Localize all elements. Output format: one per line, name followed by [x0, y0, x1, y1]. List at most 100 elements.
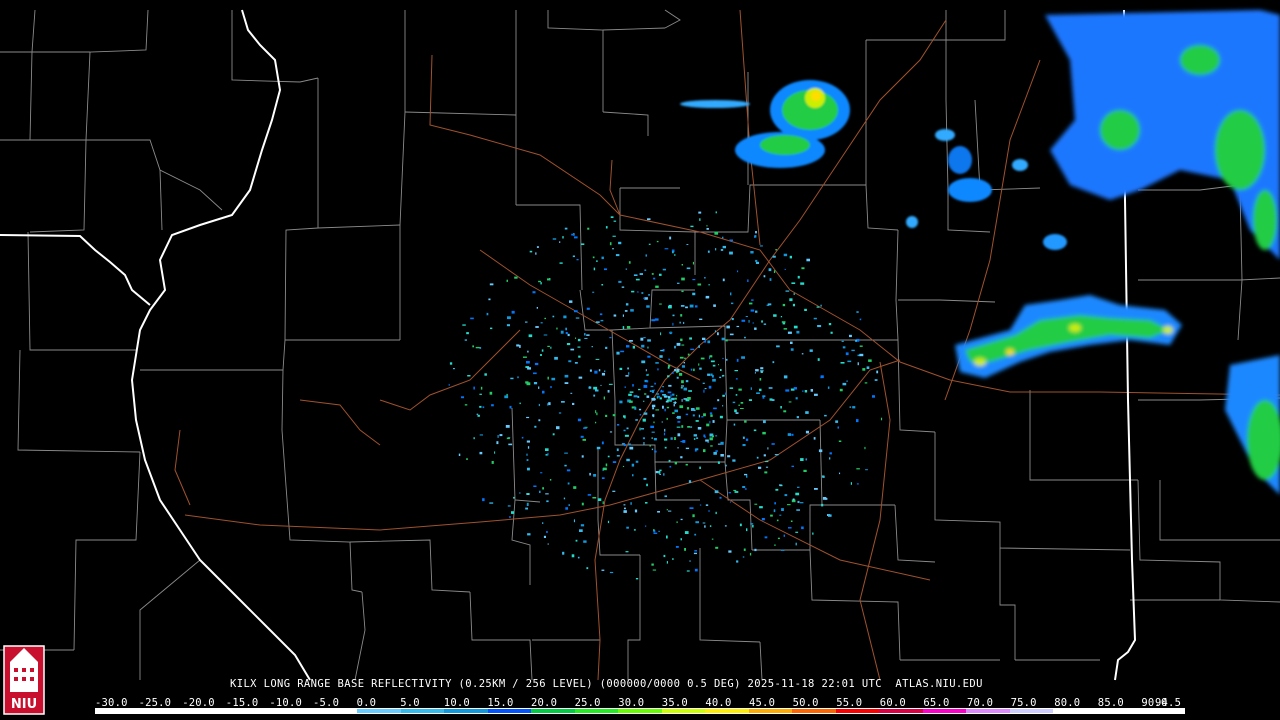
clutter-speck	[645, 254, 647, 257]
clutter-speck	[657, 395, 661, 398]
clutter-speck	[705, 439, 709, 442]
clutter-speck	[526, 459, 529, 461]
clutter-speck	[511, 511, 515, 514]
clutter-speck	[632, 345, 635, 349]
clutter-speck	[706, 228, 709, 230]
clutter-speck	[694, 568, 698, 572]
clutter-speck	[540, 322, 543, 324]
clutter-speck	[755, 231, 757, 234]
clutter-speck	[578, 376, 583, 379]
clutter-speck	[728, 492, 731, 494]
clutter-speck	[448, 383, 450, 386]
clutter-speck	[567, 482, 570, 485]
clutter-speck	[736, 358, 739, 362]
clutter-speck	[473, 386, 475, 390]
clutter-speck	[712, 420, 715, 423]
scale-segment	[487, 709, 532, 713]
clutter-speck	[621, 443, 625, 445]
clutter-speck	[516, 344, 520, 347]
clutter-speck	[704, 277, 706, 279]
clutter-speck	[551, 377, 556, 381]
clutter-speck	[672, 393, 675, 396]
clutter-speck	[652, 414, 655, 417]
clutter-speck	[725, 464, 727, 467]
clutter-speck	[664, 428, 666, 432]
clutter-speck	[645, 502, 648, 504]
clutter-speck	[698, 345, 700, 348]
clutter-speck	[864, 382, 868, 384]
clutter-speck	[813, 317, 817, 320]
clutter-speck	[543, 535, 546, 538]
clutter-speck	[681, 399, 683, 402]
clutter-speck	[676, 376, 679, 379]
clutter-speck	[525, 321, 528, 323]
clutter-speck	[671, 372, 674, 374]
clutter-speck	[676, 416, 680, 419]
clutter-speck	[683, 362, 685, 364]
clutter-speck	[624, 434, 629, 437]
clutter-speck	[563, 315, 567, 319]
clutter-speck	[664, 408, 666, 412]
clutter-speck	[669, 465, 672, 468]
clutter-speck	[540, 282, 542, 285]
clutter-speck	[761, 320, 763, 323]
clutter-speck	[791, 433, 794, 436]
clutter-speck	[689, 337, 692, 340]
clutter-speck	[643, 400, 645, 402]
clutter-speck	[605, 463, 608, 467]
clutter-speck	[556, 327, 558, 330]
clutter-speck	[776, 345, 780, 348]
clutter-speck	[525, 507, 528, 510]
clutter-speck	[526, 382, 531, 386]
clutter-speck	[491, 461, 494, 464]
clutter-speck	[569, 300, 573, 303]
clutter-speck	[707, 340, 711, 344]
clutter-speck	[519, 344, 521, 348]
clutter-speck	[797, 500, 800, 503]
clutter-speck	[609, 337, 612, 339]
clutter-speck	[607, 390, 610, 393]
clutter-speck	[593, 474, 597, 477]
clutter-speck	[466, 332, 469, 335]
clutter-speck	[790, 341, 793, 344]
clutter-speck	[724, 525, 727, 527]
clutter-speck	[595, 389, 599, 392]
clutter-speck	[578, 355, 581, 358]
clutter-speck	[695, 448, 699, 451]
clutter-speck	[662, 268, 666, 271]
clutter-speck	[710, 414, 713, 417]
clutter-speck	[783, 534, 785, 537]
clutter-speck	[643, 442, 645, 445]
clutter-speck	[656, 393, 660, 395]
clutter-speck	[659, 273, 662, 276]
clutter-speck	[750, 251, 754, 254]
clutter-speck	[462, 324, 466, 326]
clutter-speck	[729, 239, 733, 242]
clutter-speck	[840, 362, 845, 364]
clutter-speck	[675, 546, 679, 548]
clutter-speck	[829, 457, 831, 460]
clutter-speck	[464, 339, 467, 341]
clutter-speck	[549, 479, 552, 481]
clutter-speck	[676, 342, 681, 346]
clutter-speck	[532, 291, 536, 294]
clutter-speck	[797, 275, 800, 279]
clutter-speck	[599, 313, 603, 316]
clutter-speck	[656, 240, 659, 243]
clutter-speck	[742, 486, 746, 488]
clutter-speck	[817, 325, 822, 328]
clutter-speck	[619, 400, 623, 404]
clutter-speck	[683, 321, 685, 324]
clutter-speck	[526, 416, 530, 419]
clutter-speck	[564, 374, 569, 378]
clutter-speck	[612, 461, 617, 463]
clutter-speck	[674, 437, 676, 440]
clutter-speck	[783, 410, 787, 413]
clutter-speck	[674, 409, 678, 413]
clutter-speck	[763, 420, 766, 424]
clutter-speck	[489, 502, 494, 504]
clutter-speck	[626, 526, 629, 529]
clutter-speck	[752, 322, 754, 324]
clutter-speck	[638, 408, 642, 411]
clutter-speck	[820, 304, 822, 307]
